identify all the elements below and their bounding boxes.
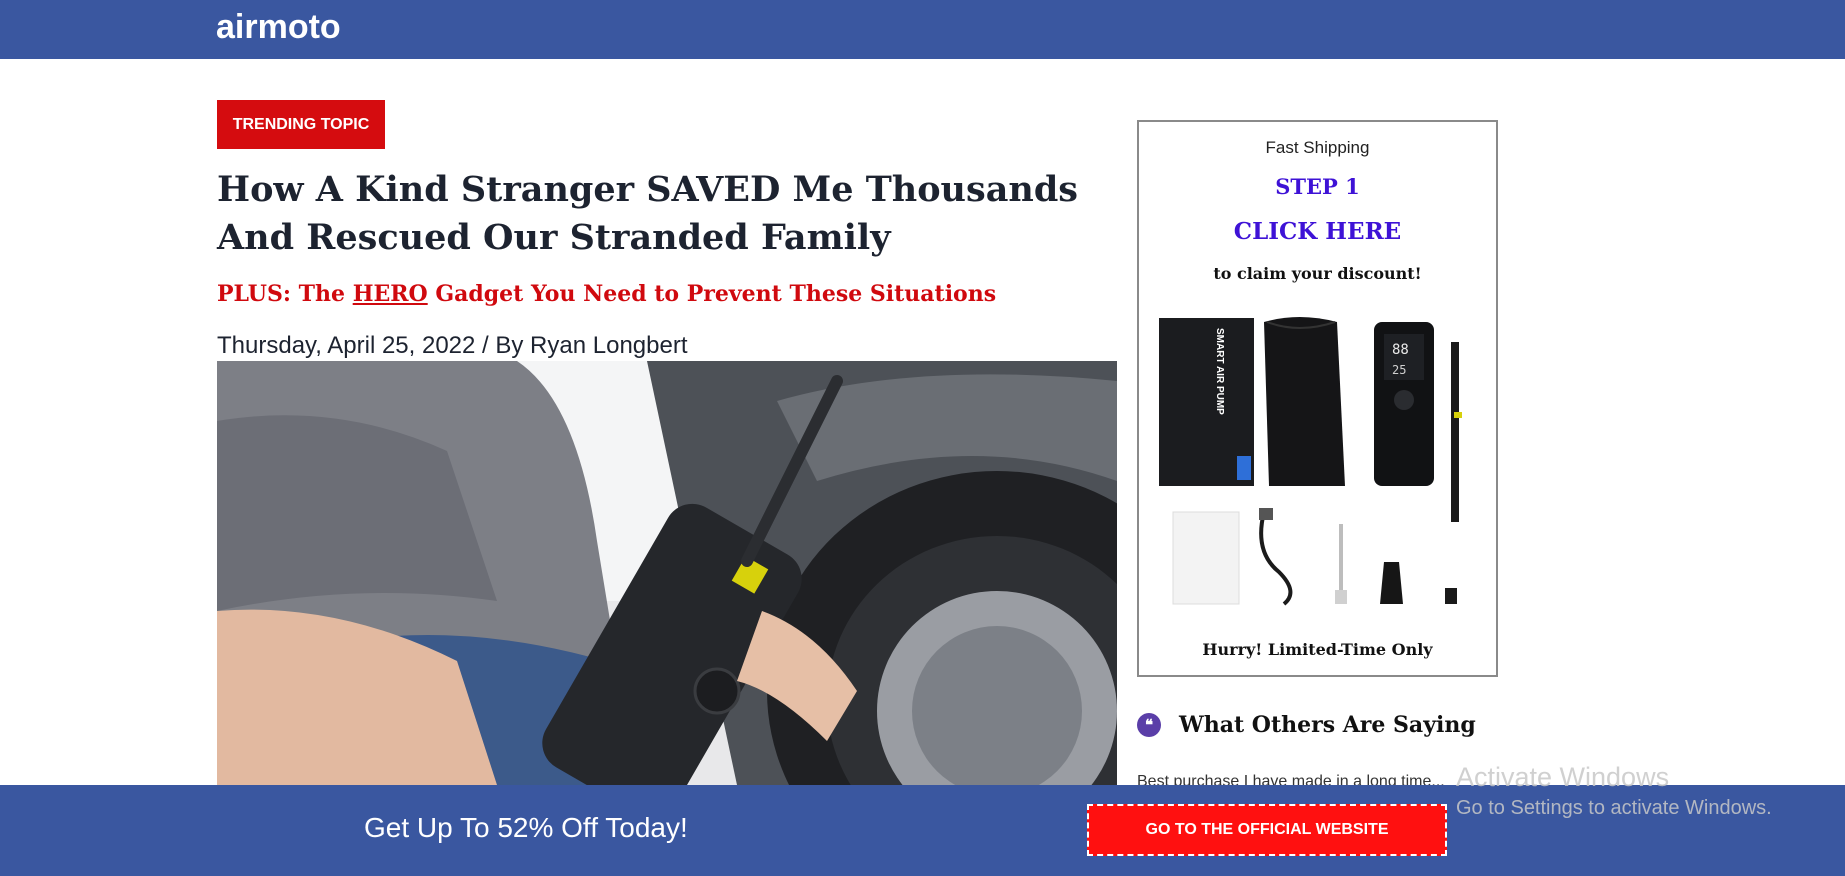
subhead-hero-link[interactable]: HERO	[353, 281, 428, 307]
article-byline: Thursday, April 25, 2022 / By Ryan Longb…	[217, 332, 688, 359]
step-1-link[interactable]: STEP 1	[1139, 174, 1496, 199]
product-kit-image[interactable]: SMART AIR PUMP 88 25	[1159, 312, 1479, 612]
article-headline: How A Kind Stranger SAVED Me Thousands A…	[217, 169, 1079, 258]
svg-text:88: 88	[1392, 342, 1409, 358]
testimonials-header: ❝ What Others Are Saying	[1137, 712, 1476, 738]
subhead-prefix: PLUS: The	[217, 281, 353, 307]
trending-badge: TRENDING TOPIC	[217, 100, 385, 149]
watermark-line-1: Activate Windows	[1456, 762, 1670, 792]
windows-activation-watermark: Activate Windows Go to Settings to activ…	[1456, 762, 1772, 820]
fast-shipping-text: Fast Shipping	[1265, 138, 1370, 157]
article-subhead: PLUS: The HERO Gadget You Need to Preven…	[217, 281, 1097, 307]
official-website-button[interactable]: GO TO THE OFFICIAL WEBSITE	[1087, 804, 1447, 856]
limited-time-text: Hurry! Limited-Time Only	[1202, 640, 1433, 659]
top-nav-bar: airmoto	[0, 0, 1845, 59]
quote-icon: ❝	[1137, 713, 1161, 737]
discount-sidebar-box[interactable]: Fast Shipping STEP 1 CLICK HERE to claim…	[1137, 120, 1498, 677]
site-logo[interactable]: airmoto	[216, 8, 341, 47]
product-box-label: SMART AIR PUMP	[1214, 328, 1225, 415]
claim-discount-text: to claim your discount!	[1213, 264, 1422, 283]
hero-image-tire-inflator	[217, 361, 1117, 785]
testimonials-title: What Others Are Saying	[1179, 712, 1476, 738]
click-here-link[interactable]: CLICK HERE	[1139, 218, 1496, 245]
offer-text: Get Up To 52% Off Today!	[364, 812, 688, 843]
subhead-suffix: Gadget You Need to Prevent These Situati…	[427, 281, 997, 307]
svg-text:25: 25	[1392, 363, 1406, 377]
watermark-line-2: Go to Settings to activate Windows.	[1456, 797, 1772, 819]
